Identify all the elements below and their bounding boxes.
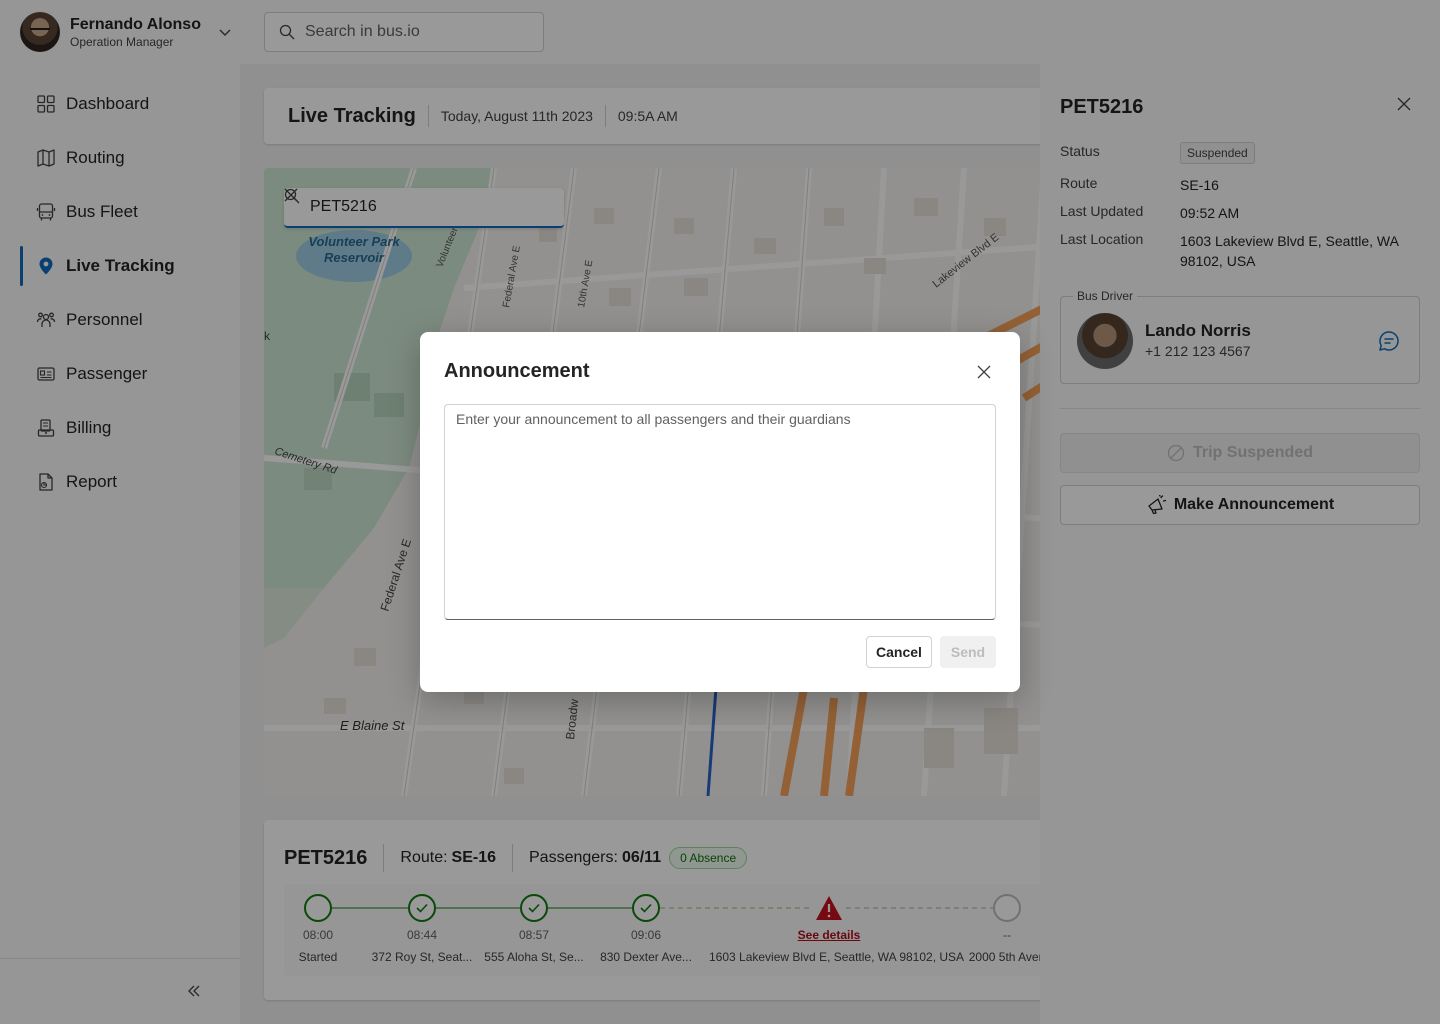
- drawer-backdrop[interactable]: [1040, 0, 1440, 1024]
- cancel-button[interactable]: Cancel: [866, 636, 932, 668]
- bus-detail-drawer: PET5216 Status Suspended Route SE-16 Las…: [1040, 0, 1440, 1024]
- send-button[interactable]: Send: [940, 636, 996, 668]
- dialog-title: Announcement: [444, 360, 590, 382]
- close-icon[interactable]: [977, 365, 991, 379]
- announcement-dialog: Announcement Cancel Send: [420, 332, 1020, 692]
- announcement-textarea[interactable]: [444, 404, 996, 620]
